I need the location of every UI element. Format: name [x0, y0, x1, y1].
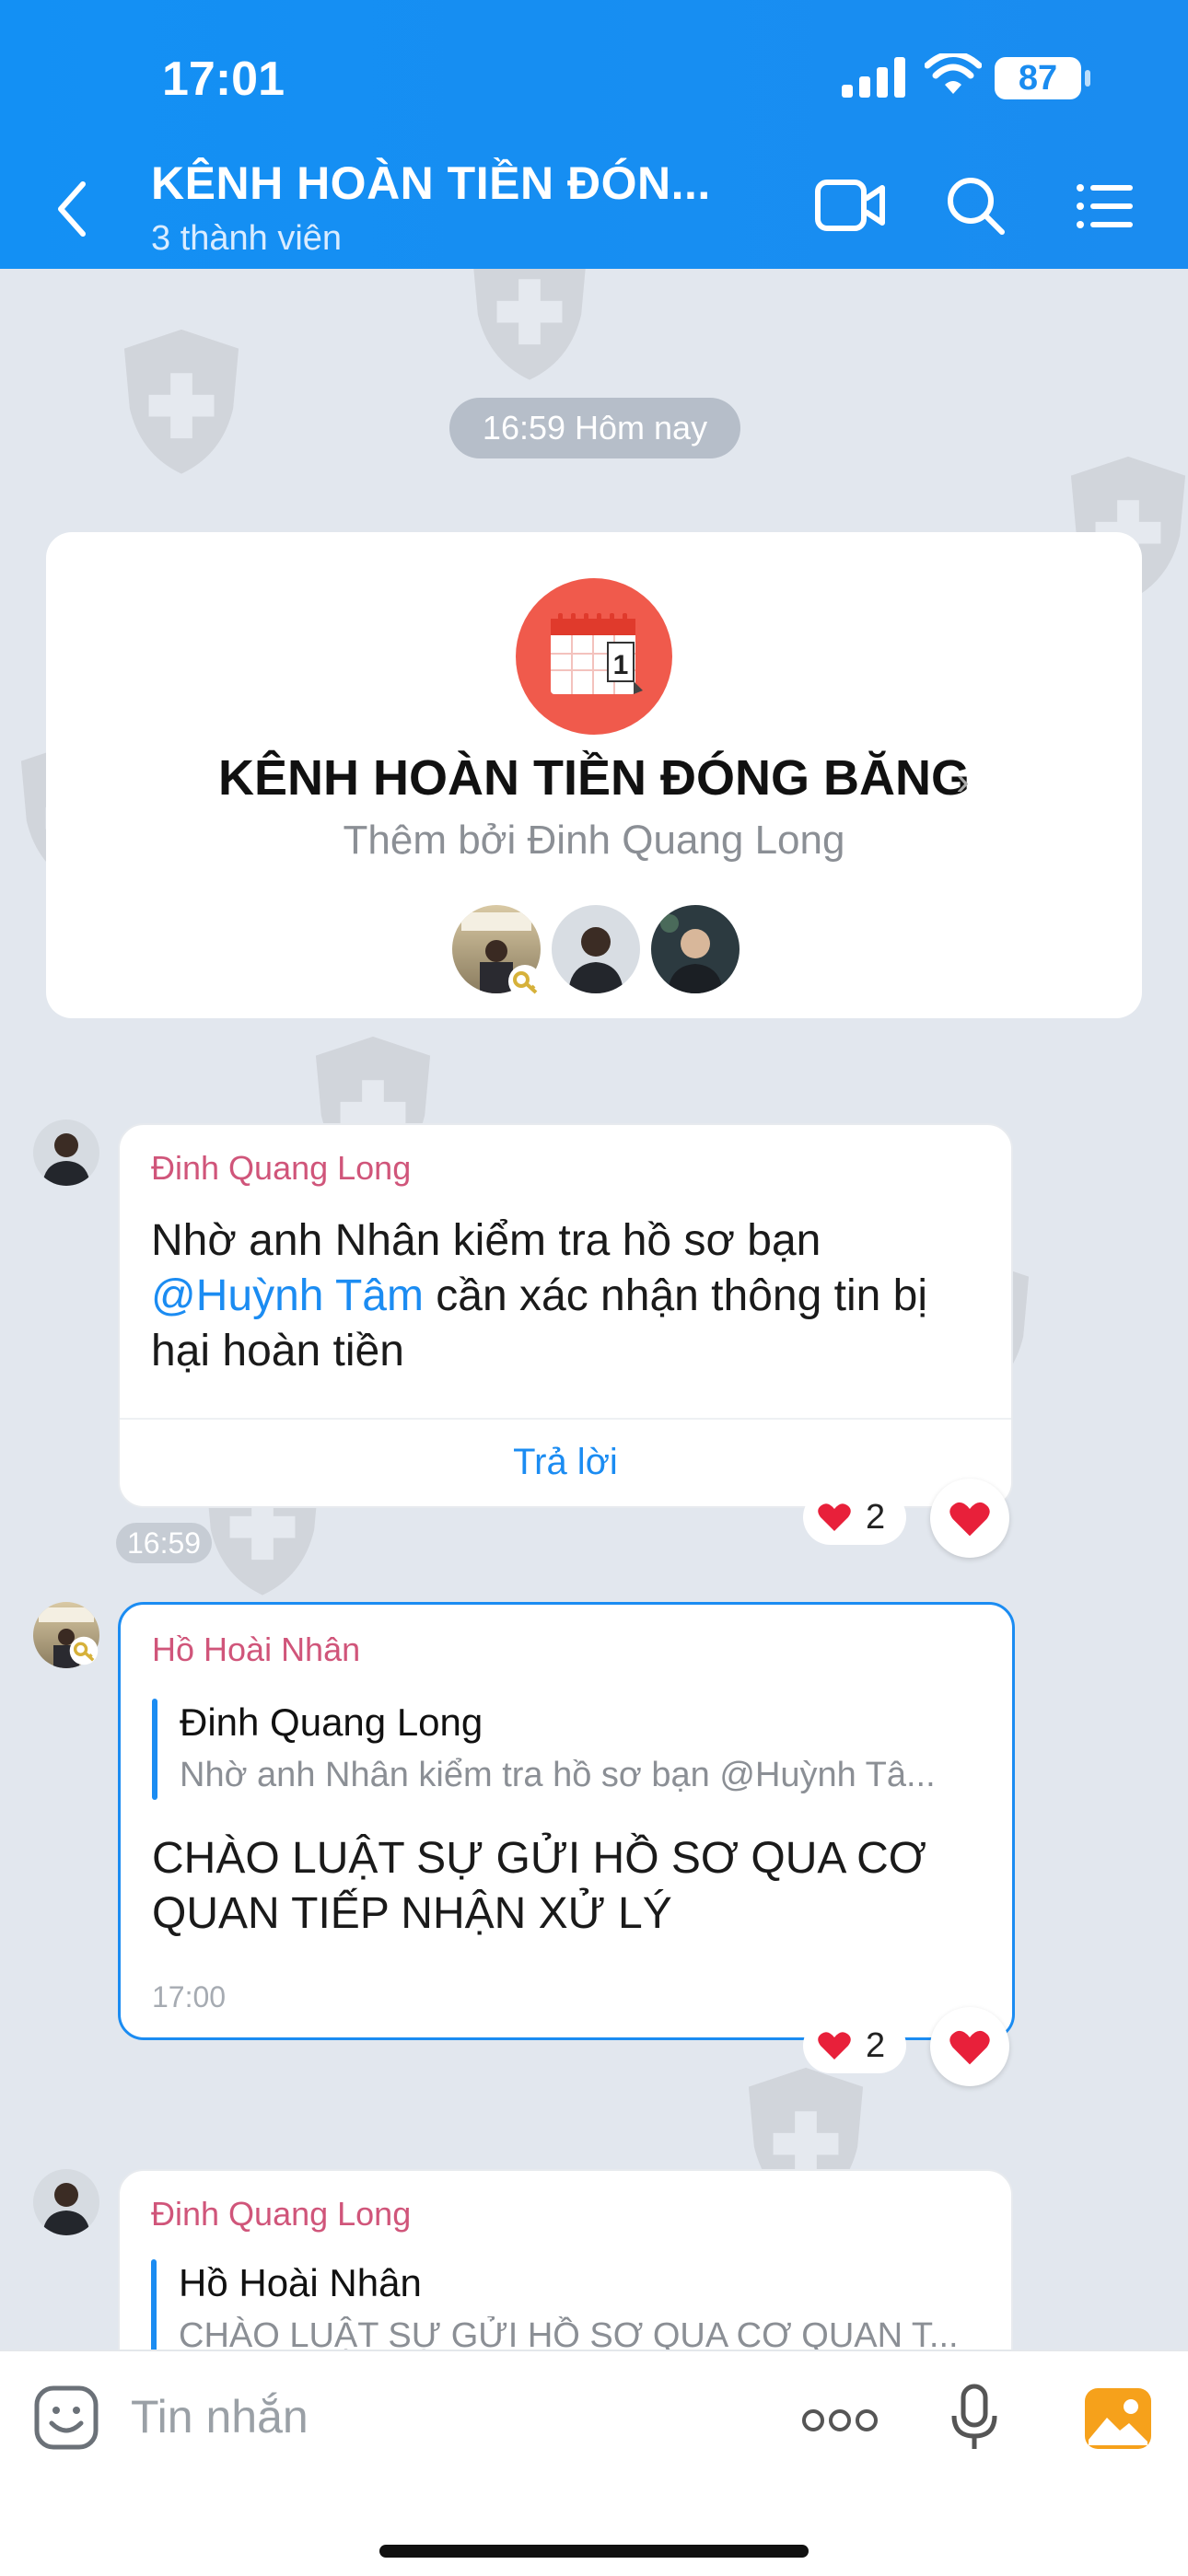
mention-link[interactable]: @Huỳnh Tâm	[151, 1271, 424, 1320]
message-line: QUAN TIẾP NHẬN XỬ LÝ	[152, 1889, 672, 1938]
admin-key-icon	[69, 1636, 99, 1665]
message-time: 16:59	[116, 1523, 213, 1563]
status-time: 17:01	[162, 52, 285, 106]
heart-icon	[818, 1503, 851, 1531]
reply-button[interactable]: Trả lời	[120, 1442, 1011, 1483]
reaction-summary[interactable]: 2	[803, 2018, 906, 2073]
calendar-icon: 1	[551, 613, 643, 694]
video-call-icon[interactable]	[814, 177, 888, 234]
message-sender[interactable]: Hồ Hoài Nhân	[152, 1630, 360, 1669]
quoted-sender[interactable]: Hồ Hoài Nhân	[179, 2261, 422, 2305]
quote-bar	[151, 2259, 157, 2361]
reaction-summary[interactable]: 2	[803, 1490, 906, 1545]
member-avatar-2[interactable]	[549, 902, 643, 996]
group-name[interactable]: KÊNH HOÀN TIỀN ĐÓNG BĂNG	[46, 749, 1142, 806]
message-line: @Huỳnh Tâm cần xác nhận thông tin bị	[151, 1269, 927, 1324]
menu-icon[interactable]	[1076, 182, 1135, 230]
member-count[interactable]: 3 thành viên	[151, 219, 342, 259]
message-bubble[interactable]: Đinh Quang Long Nhờ anh Nhân kiểm tra hồ…	[118, 1123, 1013, 1508]
wifi-icon	[925, 53, 982, 94]
message-sender[interactable]: Đinh Quang Long	[151, 2195, 411, 2234]
quoted-text[interactable]: Nhờ anh Nhân kiểm tra hồ sơ bạn @Huỳnh T…	[180, 1756, 972, 1795]
shield-watermark-icon	[123, 329, 239, 474]
quote-bar	[152, 1699, 157, 1800]
battery-indicator: 87	[995, 57, 1081, 99]
message-bubble-selected[interactable]: Hồ Hoài Nhân Đinh Quang Long Nhờ anh Nhâ…	[118, 1602, 1015, 2040]
react-button[interactable]	[930, 1479, 1009, 1558]
react-button[interactable]	[930, 2007, 1009, 2086]
chat-title[interactable]: KÊNH HOÀN TIỀN ĐÓN...	[151, 157, 711, 210]
message-line: hại hoàn tiền	[151, 1327, 404, 1375]
sender-avatar[interactable]	[33, 2169, 99, 2235]
group-avatar: 1	[516, 578, 672, 735]
divider	[120, 1418, 1011, 1420]
microphone-icon[interactable]	[949, 2383, 1000, 2453]
sender-avatar[interactable]	[33, 1120, 99, 1186]
sticker-icon[interactable]	[33, 2385, 99, 2451]
date-separator: 16:59 Hôm nay	[449, 398, 740, 458]
heart-icon	[949, 2030, 990, 2065]
message-line: CHÀO LUẬT SỰ GỬI HỒ SƠ QUA CƠ	[152, 1834, 926, 1883]
calendar-day-number: 1	[613, 650, 629, 680]
admin-key-icon	[508, 965, 542, 998]
group-info-card[interactable]: 1 KÊNH HOÀN TIỀN ĐÓNG BĂNG › Thêm bởi Đi…	[46, 532, 1142, 1018]
message-line-rest: cần xác nhận thông tin bị	[423, 1271, 928, 1320]
more-options-icon[interactable]	[801, 2407, 879, 2434]
message-sender[interactable]: Đinh Quang Long	[151, 1149, 411, 1188]
reaction-count: 2	[866, 2026, 886, 2065]
home-indicator	[379, 2545, 809, 2558]
added-by-text: Thêm bởi Đinh Quang Long	[343, 818, 845, 863]
message-input[interactable]: Tin nhắn	[131, 2390, 309, 2443]
heart-icon	[818, 2032, 851, 2060]
heart-icon	[949, 1502, 990, 1537]
quoted-sender[interactable]: Đinh Quang Long	[180, 1700, 483, 1745]
member-avatar-3[interactable]	[648, 902, 742, 996]
chat-header: 17:01 87 KÊNH HOÀN TIỀN ĐÓN... 3 thành v…	[0, 0, 1188, 269]
reaction-count: 2	[866, 1498, 886, 1537]
message-line: Nhờ anh Nhân kiểm tra hồ sơ bạn	[151, 1216, 821, 1265]
message-input-bar: Tin nhắn	[0, 2350, 1188, 2576]
battery-tip	[1085, 70, 1090, 87]
back-icon[interactable]	[55, 180, 88, 238]
signal-icon	[842, 57, 905, 98]
chevron-right-icon[interactable]: ›	[956, 759, 970, 805]
message-time: 17:00	[152, 1980, 227, 2013]
search-icon[interactable]	[945, 175, 1007, 238]
image-gallery-icon[interactable]	[1083, 2386, 1153, 2451]
